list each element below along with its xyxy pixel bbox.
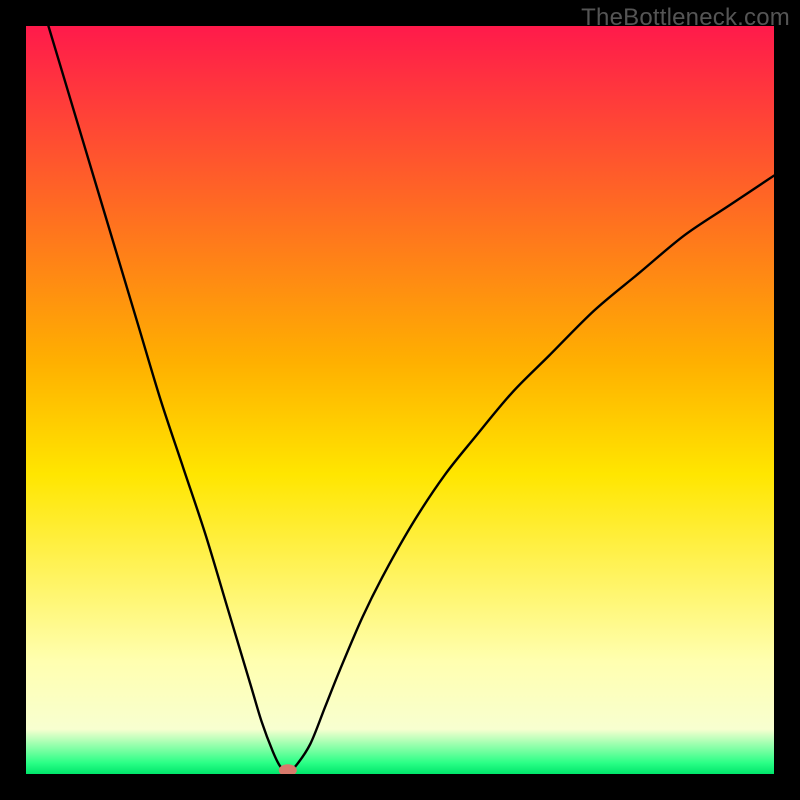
chart-container: TheBottleneck.com [0, 0, 800, 800]
gradient-background [26, 26, 774, 774]
chart-svg [26, 26, 774, 774]
plot-area [26, 26, 774, 774]
watermark-text: TheBottleneck.com [581, 4, 790, 32]
